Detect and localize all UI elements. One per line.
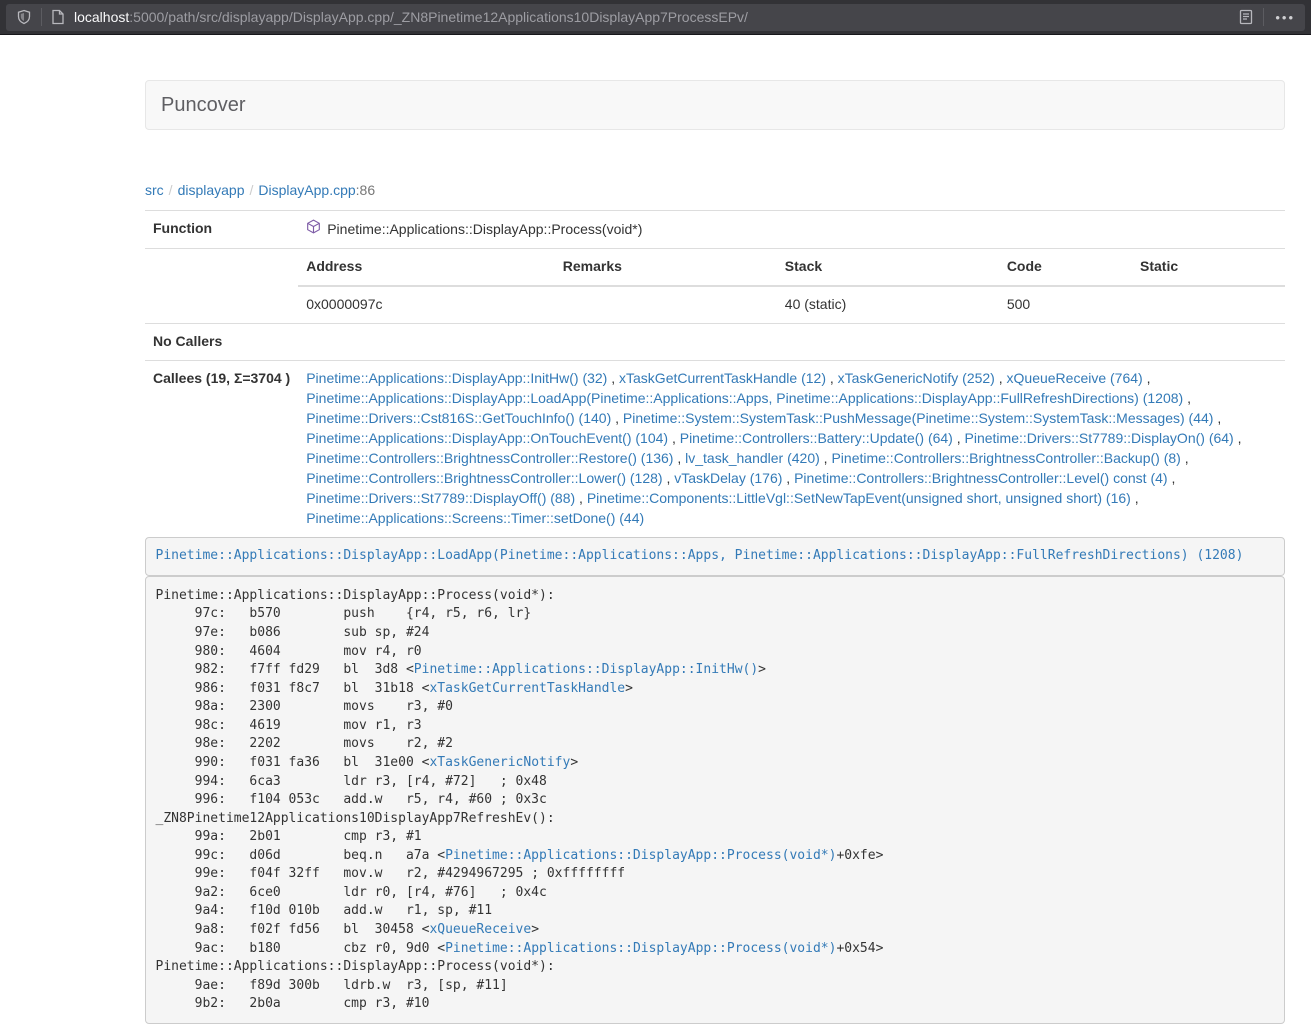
callee-link[interactable]: Pinetime::Controllers::BrightnessControl…: [831, 450, 1180, 466]
page-container: Puncover src/displayapp/DisplayApp.cpp:8…: [145, 80, 1285, 1024]
breadcrumb-separator: /: [164, 182, 178, 198]
shield-icon[interactable]: [16, 9, 32, 25]
column-header-address: Address: [298, 249, 555, 286]
callee-link[interactable]: Pinetime::Applications::DisplayApp::Init…: [306, 370, 607, 386]
callee-link[interactable]: Pinetime::Controllers::BrightnessControl…: [794, 470, 1167, 486]
breadcrumb-line-number: :86: [356, 182, 375, 198]
symbol-cube-icon: [306, 219, 321, 240]
callees-row: Callees (19, Σ=3704 ) Pinetime::Applicat…: [145, 360, 1285, 536]
column-header-stack: Stack: [777, 249, 999, 286]
callee-link[interactable]: Pinetime::Drivers::St7789::DisplayOff() …: [306, 490, 575, 506]
function-label: Function: [145, 211, 298, 249]
metrics-row: Address Remarks Stack Code Static 0x0000…: [145, 248, 1285, 323]
page-info-icon[interactable]: [51, 9, 65, 25]
column-header-code: Code: [999, 249, 1132, 286]
disassembly-symbol-link[interactable]: Pinetime::Applications::DisplayApp::Proc…: [445, 941, 836, 956]
callee-link[interactable]: Pinetime::Controllers::Battery::Update()…: [680, 430, 953, 446]
no-callers-row: No Callers: [145, 323, 1285, 360]
function-row: Function Pinetime::Applications::Display…: [145, 211, 1285, 249]
column-header-remarks: Remarks: [555, 249, 777, 286]
code-value: 500: [999, 286, 1132, 323]
callee-link[interactable]: Pinetime::Applications::DisplayApp::OnTo…: [306, 430, 668, 446]
disassembly-listing: Pinetime::Applications::DisplayApp::Proc…: [145, 576, 1285, 1024]
disassembly-symbol-link[interactable]: xTaskGenericNotify: [429, 755, 570, 770]
function-detail-table: Function Pinetime::Applications::Display…: [145, 210, 1285, 537]
disassembly-symbol-link[interactable]: Pinetime::Applications::DisplayApp::Proc…: [445, 848, 836, 863]
reader-view-icon[interactable]: [1238, 9, 1254, 25]
callee-link[interactable]: xTaskGetCurrentTaskHandle (12): [619, 370, 826, 386]
address-value: 0x0000097c: [298, 286, 555, 323]
callees-list: Pinetime::Applications::DisplayApp::Init…: [298, 360, 1285, 536]
url-host: localhost: [74, 9, 129, 25]
actions-divider: [1263, 8, 1264, 26]
stack-value: 40 (static): [777, 286, 999, 323]
remarks-value: [555, 286, 777, 323]
browser-toolbar: localhost:5000/path/src/displayapp/Displ…: [0, 0, 1311, 35]
callee-link[interactable]: Pinetime::Applications::DisplayApp::Load…: [306, 390, 1183, 406]
app-title[interactable]: Puncover: [146, 94, 261, 117]
static-value: [1132, 286, 1285, 323]
url-text[interactable]: localhost:5000/path/src/displayapp/Displ…: [74, 9, 1238, 25]
breadcrumb-src-link[interactable]: src: [145, 182, 164, 198]
callee-link[interactable]: Pinetime::Drivers::Cst816S::GetTouchInfo…: [306, 410, 611, 426]
disassembly-symbol-link[interactable]: xQueueReceive: [429, 922, 531, 937]
function-name: Pinetime::Applications::DisplayApp::Proc…: [327, 220, 642, 240]
url-path: :5000/path/src/displayapp/DisplayApp.cpp…: [129, 9, 748, 25]
disassembly-symbol-link[interactable]: Pinetime::Applications::DisplayApp::Init…: [414, 662, 758, 677]
callee-link[interactable]: xQueueReceive (764): [1007, 370, 1143, 386]
breadcrumb: src/displayapp/DisplayApp.cpp:86: [145, 182, 1285, 198]
table-row: 0x0000097c 40 (static) 500: [298, 286, 1285, 323]
callee-link[interactable]: xTaskGenericNotify (252): [838, 370, 995, 386]
url-bar[interactable]: localhost:5000/path/src/displayapp/Displ…: [6, 4, 1305, 31]
callee-link[interactable]: Pinetime::Controllers::BrightnessControl…: [306, 450, 673, 466]
callee-link[interactable]: Pinetime::System::SystemTask::PushMessag…: [623, 410, 1214, 426]
page-actions-menu-icon[interactable]: •••: [1275, 10, 1295, 25]
callees-label: Callees (19, Σ=3704 ): [145, 360, 298, 536]
loadapp-snippet-link[interactable]: Pinetime::Applications::DisplayApp::Load…: [156, 548, 1244, 563]
no-callers-label: No Callers: [145, 323, 298, 360]
app-navbar: Puncover: [145, 80, 1285, 130]
callee-link[interactable]: Pinetime::Applications::Screens::Timer::…: [306, 510, 644, 526]
column-header-static: Static: [1132, 249, 1285, 286]
disassembly-symbol-link[interactable]: xTaskGetCurrentTaskHandle: [429, 681, 625, 696]
breadcrumb-displayapp-link[interactable]: displayapp: [178, 182, 245, 198]
callee-link[interactable]: vTaskDelay (176): [674, 470, 782, 486]
metrics-table: Address Remarks Stack Code Static 0x0000…: [298, 249, 1285, 323]
urlbar-divider: [41, 8, 42, 26]
callee-link[interactable]: lv_task_handler (420): [685, 450, 820, 466]
callee-link[interactable]: Pinetime::Components::LittleVgl::SetNewT…: [587, 490, 1131, 506]
loadapp-snippet-box: Pinetime::Applications::DisplayApp::Load…: [145, 537, 1285, 577]
callee-link[interactable]: Pinetime::Controllers::BrightnessControl…: [306, 470, 662, 486]
breadcrumb-separator: /: [245, 182, 259, 198]
callee-link[interactable]: Pinetime::Drivers::St7789::DisplayOn() (…: [965, 430, 1234, 446]
breadcrumb-file-link[interactable]: DisplayApp.cpp: [258, 182, 355, 198]
